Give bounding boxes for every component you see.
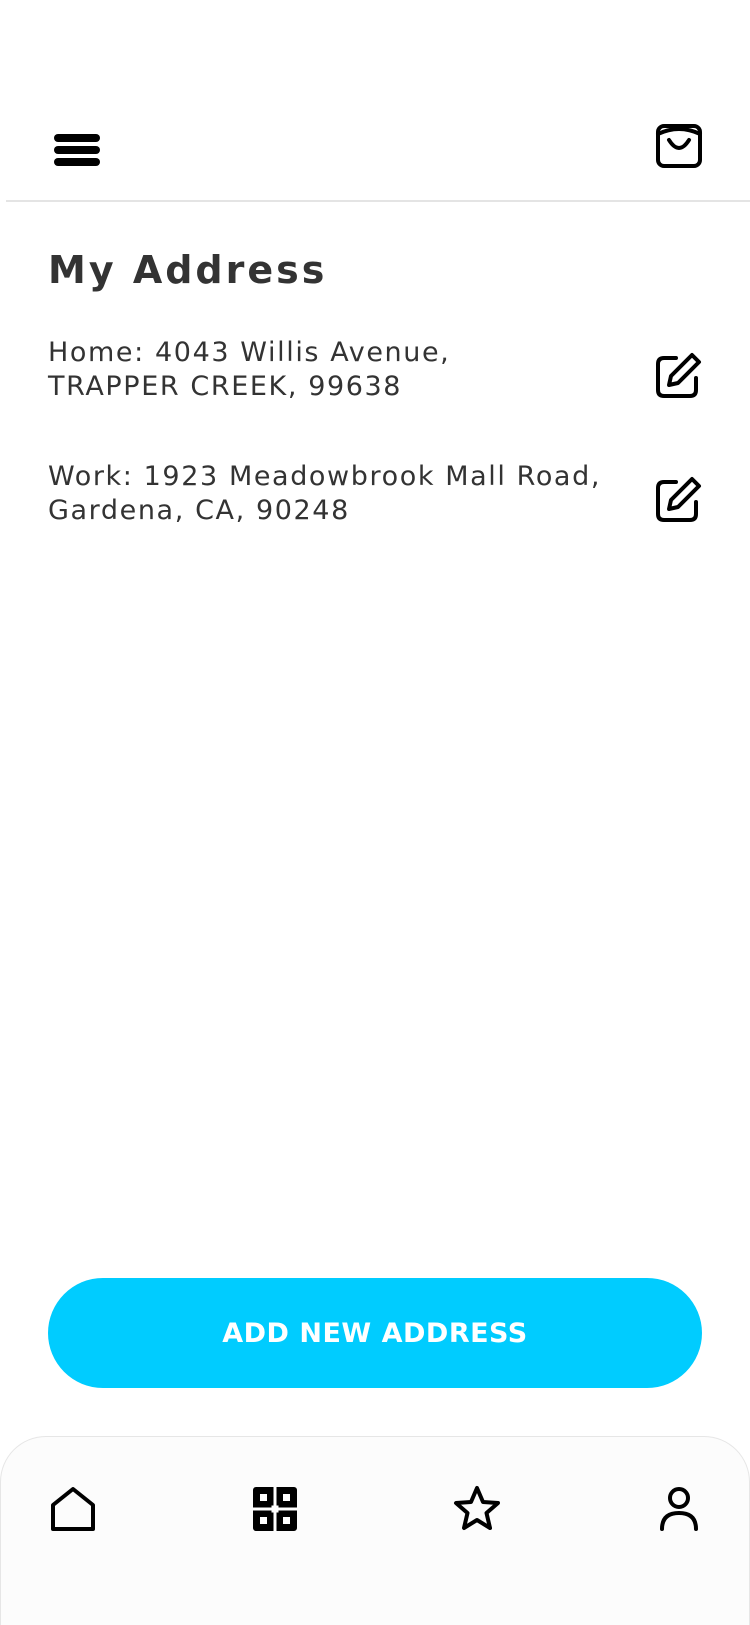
shopping-bag-icon	[656, 124, 702, 168]
nav-favorites[interactable]	[451, 1483, 503, 1535]
profile-icon	[660, 1487, 698, 1531]
nav-home[interactable]	[47, 1483, 99, 1535]
menu-button[interactable]	[54, 120, 114, 180]
address-line-2: TRAPPER CREEK, 99638	[48, 371, 403, 402]
edit-address-button[interactable]	[654, 474, 704, 524]
nav-categories[interactable]	[249, 1483, 301, 1535]
address-item-work: Work: 1923 Meadowbrook Mall Road, Garden…	[48, 460, 704, 540]
hamburger-menu-icon	[54, 134, 100, 166]
address-text: Work: 1923 Meadowbrook Mall Road, Garden…	[48, 460, 638, 528]
address-line-1: Home: 4043 Willis Avenue,	[48, 337, 451, 368]
address-text: Home: 4043 Willis Avenue, TRAPPER CREEK,…	[48, 336, 638, 404]
bottom-navigation	[0, 1436, 750, 1625]
cart-button[interactable]	[654, 118, 704, 170]
home-icon	[51, 1487, 95, 1531]
page-title: My Address	[48, 248, 328, 292]
star-icon	[454, 1486, 500, 1530]
edit-address-button[interactable]	[654, 350, 704, 400]
edit-icon	[656, 353, 701, 398]
address-line-1: Work: 1923 Meadowbrook Mall Road,	[48, 461, 601, 492]
address-item-home: Home: 4043 Willis Avenue, TRAPPER CREEK,…	[48, 336, 704, 416]
add-new-address-button[interactable]: ADD NEW ADDRESS	[48, 1278, 702, 1388]
address-line-2: Gardena, CA, 90248	[48, 495, 350, 526]
top-header	[6, 100, 750, 202]
nav-profile[interactable]	[653, 1483, 705, 1535]
edit-icon	[656, 477, 701, 522]
categories-grid-icon	[253, 1487, 297, 1531]
